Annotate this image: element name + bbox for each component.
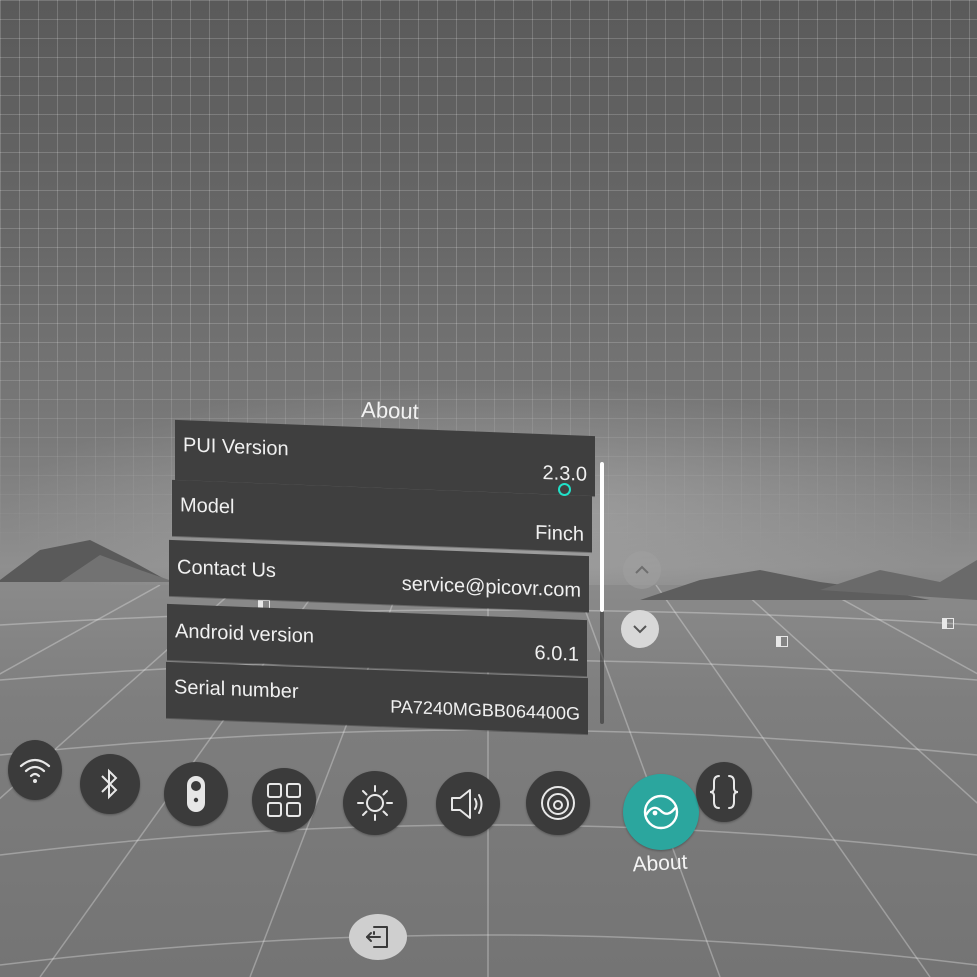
- exit-button[interactable]: [349, 914, 407, 960]
- scrollbar-thumb[interactable]: [600, 462, 604, 612]
- bluetooth-icon: [101, 768, 118, 800]
- panel-title: About: [360, 397, 420, 424]
- wifi-button[interactable]: [8, 740, 62, 800]
- brightness-button[interactable]: [343, 771, 407, 835]
- apps-grid-icon: [267, 783, 301, 817]
- exit-icon: [366, 926, 388, 948]
- about-button-label: About: [631, 850, 688, 877]
- controller-button[interactable]: [164, 762, 228, 826]
- info-row-label: PUI Version: [183, 434, 289, 461]
- scroll-up-button[interactable]: [623, 551, 661, 589]
- volume-icon: [451, 789, 483, 819]
- developer-braces-icon: [709, 775, 739, 809]
- scrollbar[interactable]: [600, 462, 604, 724]
- scroll-down-button[interactable]: [621, 610, 659, 648]
- info-row-label: Android version: [175, 620, 314, 648]
- display-icon: [541, 786, 575, 820]
- bluetooth-button[interactable]: [80, 754, 140, 814]
- about-button[interactable]: [623, 774, 699, 850]
- volume-button[interactable]: [436, 772, 500, 836]
- about-icon: [643, 794, 679, 830]
- info-row-label: Serial number: [174, 676, 299, 703]
- info-row-value: Finch: [535, 521, 584, 546]
- info-row-label: Contact Us: [177, 556, 276, 583]
- chevron-up-icon: [635, 565, 649, 574]
- scene-marker: [942, 618, 954, 629]
- wifi-icon: [19, 758, 51, 783]
- info-row-value: PA7240MGBB064400G: [390, 696, 580, 724]
- scene-marker: [776, 636, 788, 647]
- apps-button[interactable]: [252, 768, 316, 832]
- info-row-label: Model: [180, 494, 235, 519]
- info-row-value: 6.0.1: [534, 642, 579, 666]
- brightness-icon: [357, 785, 393, 821]
- info-row-value: service@picovr.com: [401, 572, 581, 602]
- gaze-cursor: [558, 483, 571, 496]
- developer-button[interactable]: [696, 762, 752, 822]
- chevron-down-icon: [633, 625, 647, 634]
- display-button[interactable]: [526, 771, 590, 835]
- controller-icon: [187, 776, 205, 812]
